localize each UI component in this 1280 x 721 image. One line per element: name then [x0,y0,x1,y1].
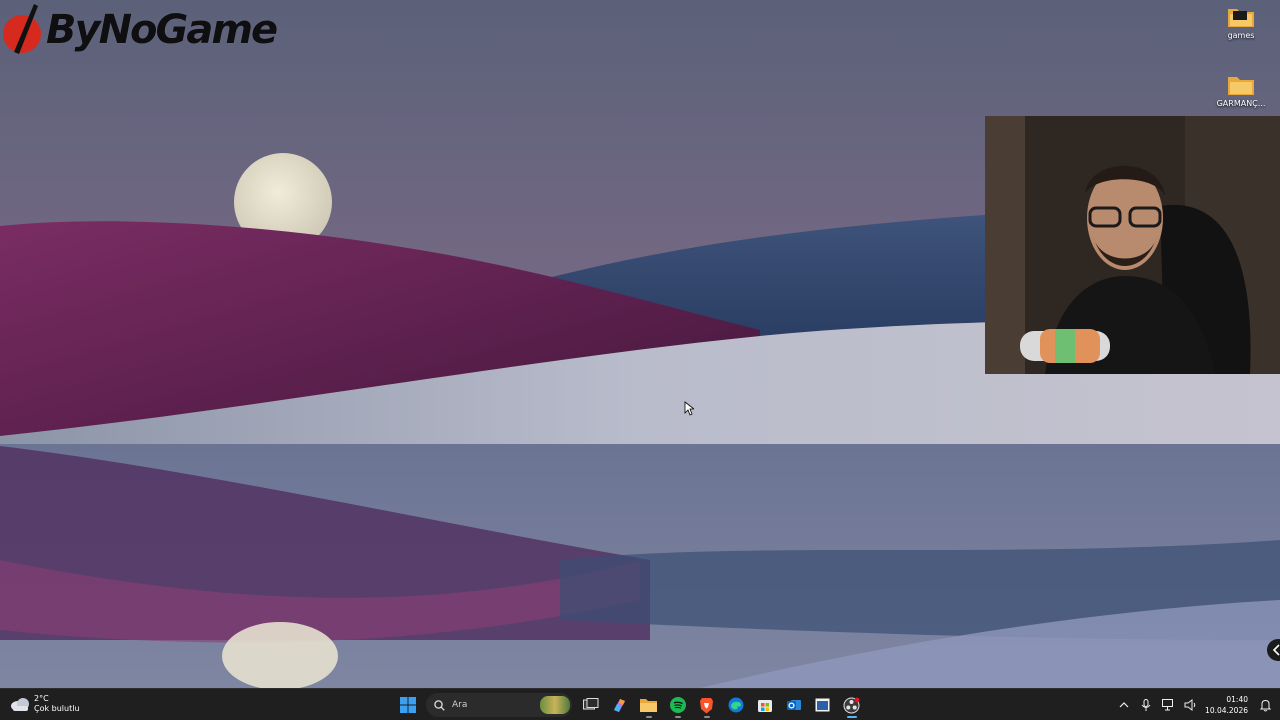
microphone-button[interactable] [1135,691,1157,719]
desktop[interactable]: ByNoGame games GARMANÇ... [0,0,1280,688]
folder-icon [640,699,657,712]
brand-mark-icon [2,2,44,58]
weather-widget[interactable]: 2°C Çok bulutlu [10,694,80,714]
brave-button[interactable] [693,691,721,719]
copilot-button[interactable] [606,691,634,719]
running-indicator [703,716,710,718]
task-view-button[interactable] [577,691,605,719]
desktop-icon-games[interactable]: games [1211,6,1271,40]
brave-icon [700,697,713,713]
clock-date: 10.04.2026 [1205,706,1248,715]
system-tray: 01:40 10.04.2026 [1113,689,1280,721]
running-indicator [846,716,857,718]
taskbar: 2°C Çok bulutlu Ara 01:40 10.04.2026 [0,688,1280,720]
app-button[interactable] [809,691,837,719]
microphone-icon [1141,698,1151,711]
desktop-icon-garmanc[interactable]: GARMANÇ... [1211,74,1271,108]
obs-button[interactable] [838,691,866,719]
obs-icon [843,697,860,713]
mouse-cursor [684,401,696,420]
search-highlight-image [540,696,570,714]
cloud-icon [10,696,30,712]
outlook-icon [786,700,801,710]
desktop-icon-label: games [1227,31,1255,40]
taskbar-apps: Ara [393,691,866,719]
edge-button[interactable] [722,691,750,719]
speaker-icon [1184,699,1195,711]
file-explorer-button[interactable] [635,691,663,719]
show-hidden-icons-button[interactable] [1113,691,1135,719]
window-app-icon [815,698,830,712]
bell-icon [1259,699,1271,711]
network-icon [1161,699,1173,711]
spotify-button[interactable] [664,691,692,719]
copilot-icon [614,698,625,712]
windows-icon [399,697,416,713]
chevron-up-icon [1119,702,1129,708]
clock-time: 01:40 [1226,695,1248,704]
notifications-button[interactable] [1254,691,1276,719]
volume-button[interactable] [1179,691,1201,719]
weather-temperature: 2°C [34,694,49,703]
running-indicator [674,716,681,718]
start-button[interactable] [394,691,422,719]
task-view-icon [582,698,598,710]
search-box[interactable]: Ara [426,693,572,717]
search-icon [434,699,445,711]
edge-icon [728,697,743,713]
brand-logo: ByNoGame [2,2,278,58]
outlook-button[interactable] [780,691,808,719]
webcam-overlay [985,116,1280,374]
microsoft-store-button[interactable] [751,691,779,719]
spotify-icon [669,697,686,713]
folder-icon [1227,74,1255,96]
search-placeholder: Ara [452,700,468,710]
widget-edge-handle[interactable] [1267,639,1280,661]
network-button[interactable] [1157,691,1179,719]
brand-text: ByNoGame [46,7,278,53]
weather-condition: Çok bulutlu [34,704,80,713]
running-indicator [645,716,652,718]
clock[interactable]: 01:40 10.04.2026 [1205,694,1248,716]
desktop-icon-label: GARMANÇ... [1216,99,1266,108]
store-icon [757,700,772,712]
folder-icon [1227,6,1255,28]
